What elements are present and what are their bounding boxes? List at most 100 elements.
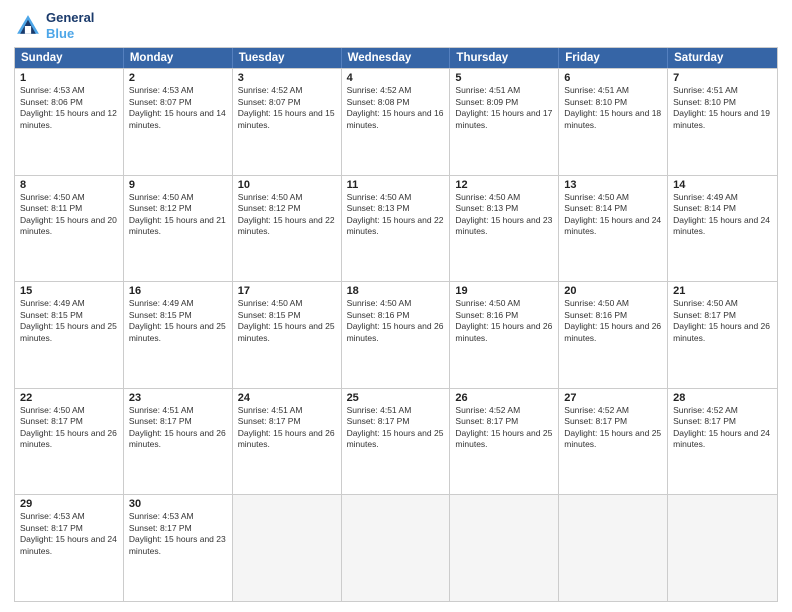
sunrise-label: Sunrise: 4:53 AM xyxy=(129,85,194,95)
day-number: 21 xyxy=(673,285,772,297)
calendar-cell: 19 Sunrise: 4:50 AM Sunset: 8:16 PM Dayl… xyxy=(450,282,559,388)
sunset-label: Sunset: 8:10 PM xyxy=(673,97,736,107)
day-info: Sunrise: 4:50 AM Sunset: 8:11 PM Dayligh… xyxy=(20,192,118,238)
day-info: Sunrise: 4:50 AM Sunset: 8:16 PM Dayligh… xyxy=(455,298,553,344)
calendar-cell: 28 Sunrise: 4:52 AM Sunset: 8:17 PM Dayl… xyxy=(668,389,777,495)
daylight-label: Daylight: 15 hours and 25 minutes. xyxy=(20,321,117,342)
sunrise-label: Sunrise: 4:50 AM xyxy=(20,405,85,415)
sunset-label: Sunset: 8:07 PM xyxy=(238,97,301,107)
calendar-cell: 18 Sunrise: 4:50 AM Sunset: 8:16 PM Dayl… xyxy=(342,282,451,388)
daylight-label: Daylight: 15 hours and 16 minutes. xyxy=(347,108,444,129)
sunset-label: Sunset: 8:17 PM xyxy=(20,416,83,426)
sunset-label: Sunset: 8:09 PM xyxy=(455,97,518,107)
sunrise-label: Sunrise: 4:50 AM xyxy=(347,192,412,202)
day-number: 16 xyxy=(129,285,227,297)
sunset-label: Sunset: 8:13 PM xyxy=(347,203,410,213)
calendar-cell: 15 Sunrise: 4:49 AM Sunset: 8:15 PM Dayl… xyxy=(15,282,124,388)
sunrise-label: Sunrise: 4:50 AM xyxy=(455,192,520,202)
sunset-label: Sunset: 8:15 PM xyxy=(20,310,83,320)
logo-icon xyxy=(14,12,42,40)
daylight-label: Daylight: 15 hours and 12 minutes. xyxy=(20,108,117,129)
sunset-label: Sunset: 8:16 PM xyxy=(564,310,627,320)
daylight-label: Daylight: 15 hours and 25 minutes. xyxy=(129,321,226,342)
day-info: Sunrise: 4:50 AM Sunset: 8:15 PM Dayligh… xyxy=(238,298,336,344)
calendar-cell: 6 Sunrise: 4:51 AM Sunset: 8:10 PM Dayli… xyxy=(559,69,668,175)
calendar-cell: 9 Sunrise: 4:50 AM Sunset: 8:12 PM Dayli… xyxy=(124,176,233,282)
calendar-cell: 24 Sunrise: 4:51 AM Sunset: 8:17 PM Dayl… xyxy=(233,389,342,495)
sunrise-label: Sunrise: 4:50 AM xyxy=(455,298,520,308)
sunrise-label: Sunrise: 4:51 AM xyxy=(673,85,738,95)
day-info: Sunrise: 4:52 AM Sunset: 8:17 PM Dayligh… xyxy=(564,405,662,451)
calendar-cell: 14 Sunrise: 4:49 AM Sunset: 8:14 PM Dayl… xyxy=(668,176,777,282)
sunrise-label: Sunrise: 4:50 AM xyxy=(564,192,629,202)
daylight-label: Daylight: 15 hours and 26 minutes. xyxy=(238,428,335,449)
calendar-cell: 21 Sunrise: 4:50 AM Sunset: 8:17 PM Dayl… xyxy=(668,282,777,388)
sunset-label: Sunset: 8:16 PM xyxy=(455,310,518,320)
day-info: Sunrise: 4:51 AM Sunset: 8:10 PM Dayligh… xyxy=(673,85,772,131)
sunset-label: Sunset: 8:12 PM xyxy=(129,203,192,213)
daylight-label: Daylight: 15 hours and 26 minutes. xyxy=(673,321,770,342)
day-info: Sunrise: 4:50 AM Sunset: 8:12 PM Dayligh… xyxy=(129,192,227,238)
calendar-cell: 5 Sunrise: 4:51 AM Sunset: 8:09 PM Dayli… xyxy=(450,69,559,175)
daylight-label: Daylight: 15 hours and 25 minutes. xyxy=(347,428,444,449)
day-info: Sunrise: 4:49 AM Sunset: 8:15 PM Dayligh… xyxy=(129,298,227,344)
day-number: 2 xyxy=(129,72,227,84)
day-info: Sunrise: 4:50 AM Sunset: 8:16 PM Dayligh… xyxy=(347,298,445,344)
sunrise-label: Sunrise: 4:52 AM xyxy=(455,405,520,415)
daylight-label: Daylight: 15 hours and 26 minutes. xyxy=(20,428,117,449)
sunrise-label: Sunrise: 4:50 AM xyxy=(564,298,629,308)
day-number: 26 xyxy=(455,392,553,404)
sunrise-label: Sunrise: 4:53 AM xyxy=(20,85,85,95)
day-info: Sunrise: 4:50 AM Sunset: 8:14 PM Dayligh… xyxy=(564,192,662,238)
sunrise-label: Sunrise: 4:51 AM xyxy=(564,85,629,95)
day-number: 18 xyxy=(347,285,445,297)
logo: General Blue xyxy=(14,10,94,41)
day-info: Sunrise: 4:52 AM Sunset: 8:17 PM Dayligh… xyxy=(673,405,772,451)
day-info: Sunrise: 4:52 AM Sunset: 8:08 PM Dayligh… xyxy=(347,85,445,131)
daylight-label: Daylight: 15 hours and 25 minutes. xyxy=(564,428,661,449)
sunrise-label: Sunrise: 4:51 AM xyxy=(238,405,303,415)
sunrise-label: Sunrise: 4:50 AM xyxy=(20,192,85,202)
page: General Blue SundayMondayTuesdayWednesda… xyxy=(0,0,792,612)
sunrise-label: Sunrise: 4:49 AM xyxy=(129,298,194,308)
day-info: Sunrise: 4:50 AM Sunset: 8:13 PM Dayligh… xyxy=(347,192,445,238)
day-info: Sunrise: 4:50 AM Sunset: 8:17 PM Dayligh… xyxy=(673,298,772,344)
day-number: 23 xyxy=(129,392,227,404)
day-info: Sunrise: 4:49 AM Sunset: 8:15 PM Dayligh… xyxy=(20,298,118,344)
calendar-cell: 11 Sunrise: 4:50 AM Sunset: 8:13 PM Dayl… xyxy=(342,176,451,282)
calendar-cell: 23 Sunrise: 4:51 AM Sunset: 8:17 PM Dayl… xyxy=(124,389,233,495)
calendar-body: 1 Sunrise: 4:53 AM Sunset: 8:06 PM Dayli… xyxy=(15,68,777,601)
daylight-label: Daylight: 15 hours and 24 minutes. xyxy=(564,215,661,236)
daylight-label: Daylight: 15 hours and 23 minutes. xyxy=(129,534,226,555)
calendar-cell: 29 Sunrise: 4:53 AM Sunset: 8:17 PM Dayl… xyxy=(15,495,124,601)
day-info: Sunrise: 4:51 AM Sunset: 8:09 PM Dayligh… xyxy=(455,85,553,131)
sunrise-label: Sunrise: 4:50 AM xyxy=(238,298,303,308)
day-number: 28 xyxy=(673,392,772,404)
day-number: 1 xyxy=(20,72,118,84)
day-number: 3 xyxy=(238,72,336,84)
sunset-label: Sunset: 8:17 PM xyxy=(238,416,301,426)
day-info: Sunrise: 4:53 AM Sunset: 8:17 PM Dayligh… xyxy=(129,511,227,557)
daylight-label: Daylight: 15 hours and 15 minutes. xyxy=(238,108,335,129)
calendar-cell: 26 Sunrise: 4:52 AM Sunset: 8:17 PM Dayl… xyxy=(450,389,559,495)
daylight-label: Daylight: 15 hours and 18 minutes. xyxy=(564,108,661,129)
calendar-cell: 4 Sunrise: 4:52 AM Sunset: 8:08 PM Dayli… xyxy=(342,69,451,175)
sunrise-label: Sunrise: 4:52 AM xyxy=(564,405,629,415)
sunrise-label: Sunrise: 4:49 AM xyxy=(673,192,738,202)
calendar-cell: 8 Sunrise: 4:50 AM Sunset: 8:11 PM Dayli… xyxy=(15,176,124,282)
day-number: 10 xyxy=(238,179,336,191)
calendar-cell: 13 Sunrise: 4:50 AM Sunset: 8:14 PM Dayl… xyxy=(559,176,668,282)
sunset-label: Sunset: 8:14 PM xyxy=(673,203,736,213)
day-number: 9 xyxy=(129,179,227,191)
daylight-label: Daylight: 15 hours and 22 minutes. xyxy=(347,215,444,236)
daylight-label: Daylight: 15 hours and 20 minutes. xyxy=(20,215,117,236)
calendar-cell: 12 Sunrise: 4:50 AM Sunset: 8:13 PM Dayl… xyxy=(450,176,559,282)
calendar-cell xyxy=(450,495,559,601)
day-info: Sunrise: 4:50 AM Sunset: 8:17 PM Dayligh… xyxy=(20,405,118,451)
calendar-header-cell: Thursday xyxy=(450,48,559,68)
sunrise-label: Sunrise: 4:52 AM xyxy=(347,85,412,95)
calendar-cell: 25 Sunrise: 4:51 AM Sunset: 8:17 PM Dayl… xyxy=(342,389,451,495)
sunset-label: Sunset: 8:15 PM xyxy=(129,310,192,320)
day-number: 22 xyxy=(20,392,118,404)
day-info: Sunrise: 4:50 AM Sunset: 8:12 PM Dayligh… xyxy=(238,192,336,238)
